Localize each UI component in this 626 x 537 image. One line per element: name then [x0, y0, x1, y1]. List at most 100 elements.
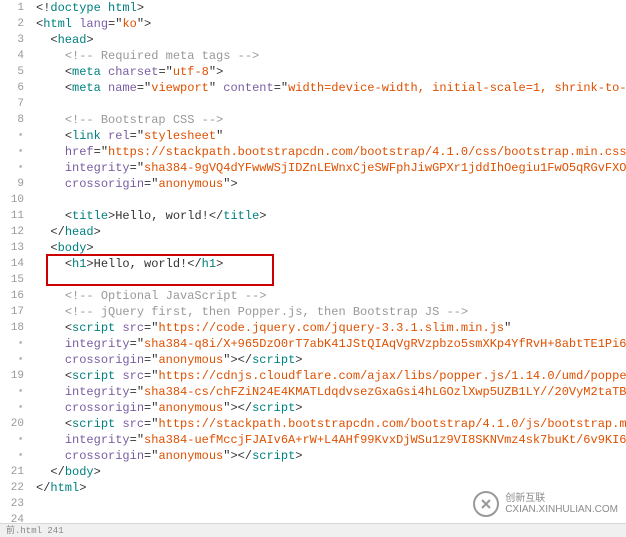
- line-fold-dot: •: [0, 160, 24, 176]
- code-token: "></: [223, 401, 252, 415]
- code-token: <: [65, 369, 72, 383]
- code-line[interactable]: crossorigin="anonymous"></script>: [36, 352, 626, 368]
- code-token: h1: [72, 257, 86, 271]
- line-gutter: 12345678•••9101112131415161718••19••20••…: [0, 0, 32, 517]
- code-token: </: [36, 481, 50, 495]
- code-token: </: [50, 225, 64, 239]
- code-line[interactable]: <body>: [36, 240, 626, 256]
- line-fold-dot: •: [0, 336, 24, 352]
- code-token: src: [122, 321, 144, 335]
- code-token: >: [94, 465, 101, 479]
- code-line[interactable]: crossorigin="anonymous"></script>: [36, 400, 626, 416]
- code-line[interactable]: <!-- jQuery first, then Popper.js, then …: [36, 304, 626, 320]
- code-token: =": [144, 369, 158, 383]
- line-fold-dot: •: [0, 352, 24, 368]
- code-token: h1: [202, 257, 216, 271]
- code-line[interactable]: crossorigin="anonymous"></script>: [36, 448, 626, 464]
- code-line[interactable]: <title>Hello, world!</title>: [36, 208, 626, 224]
- code-token: =": [144, 401, 158, 415]
- code-token: title: [223, 209, 259, 223]
- code-line[interactable]: integrity="sha384-uefMccjFJAIv6A+rW+L4AH…: [36, 432, 626, 448]
- watermark-text: 创新互联 CXIAN.XINHULIAN.COM: [505, 493, 618, 515]
- code-token: <: [65, 257, 72, 271]
- code-line[interactable]: <script src="https://code.jquery.com/jqu…: [36, 320, 626, 336]
- line-fold-dot: •: [0, 144, 24, 160]
- code-token: [36, 353, 65, 367]
- code-token: >: [94, 225, 101, 239]
- code-token: [36, 161, 65, 175]
- code-token: =": [130, 385, 144, 399]
- code-token: [36, 289, 65, 303]
- line-number: 19: [0, 368, 24, 384]
- code-line[interactable]: [36, 96, 626, 112]
- code-token: integrity: [65, 161, 130, 175]
- code-token: [36, 401, 65, 415]
- code-line[interactable]: integrity="sha384-9gVQ4dYFwwWSjIDZnLEWnx…: [36, 160, 626, 176]
- code-token: https://code.jquery.com/jquery-3.3.1.sli…: [158, 321, 504, 335]
- code-token: [36, 177, 65, 191]
- code-token: [36, 337, 65, 351]
- code-token: meta: [72, 81, 101, 95]
- code-token: href: [65, 145, 94, 159]
- code-token: >: [79, 481, 86, 495]
- code-line[interactable]: <meta name="viewport" content="width=dev…: [36, 80, 626, 96]
- code-area[interactable]: <!doctype html><html lang="ko"> <head> <…: [32, 0, 626, 517]
- code-token: utf-8: [173, 65, 209, 79]
- code-token: https://stackpath.bootstrapcdn.com/boots…: [158, 417, 626, 431]
- code-line[interactable]: <h1>Hello, world!</h1>: [36, 256, 626, 272]
- line-number: 17: [0, 304, 24, 320]
- code-token: </: [50, 465, 64, 479]
- line-number: 5: [0, 64, 24, 80]
- code-token: =": [130, 337, 144, 351]
- line-number: 15: [0, 272, 24, 288]
- code-line[interactable]: <meta charset="utf-8">: [36, 64, 626, 80]
- code-token: <!-- Required meta tags -->: [65, 49, 259, 63]
- code-token: <: [65, 129, 72, 143]
- code-token: link: [72, 129, 101, 143]
- code-token: sha384-uefMccjFJAIv6A+rW+L4AHf99KvxDjWSu…: [144, 433, 626, 447]
- code-token: [36, 241, 50, 255]
- code-line[interactable]: <!-- Bootstrap CSS -->: [36, 112, 626, 128]
- code-line[interactable]: crossorigin="anonymous">: [36, 176, 626, 192]
- code-token: [36, 465, 50, 479]
- code-editor[interactable]: 12345678•••9101112131415161718••19••20••…: [0, 0, 626, 517]
- code-token: sha384-9gVQ4dYFwwWSjIDZnLEWnxCjeSWFphJiw…: [144, 161, 626, 175]
- code-token: src: [122, 369, 144, 383]
- code-line[interactable]: </body>: [36, 464, 626, 480]
- code-line[interactable]: [36, 272, 626, 288]
- code-token: ko: [122, 17, 136, 31]
- code-token: =": [130, 129, 144, 143]
- code-token: "></: [223, 353, 252, 367]
- code-line[interactable]: <script src="https://stackpath.bootstrap…: [36, 416, 626, 432]
- code-token: >: [259, 209, 266, 223]
- code-token: rel: [108, 129, 130, 143]
- code-token: >: [86, 257, 93, 271]
- line-number: 23: [0, 496, 24, 512]
- code-token: =": [158, 65, 172, 79]
- line-fold-dot: •: [0, 128, 24, 144]
- code-line[interactable]: integrity="sha384-cs/chFZiN24E4KMATLdqdv…: [36, 384, 626, 400]
- code-line[interactable]: <head>: [36, 32, 626, 48]
- code-token: name: [108, 81, 137, 95]
- code-token: integrity: [65, 433, 130, 447]
- code-line[interactable]: <script src="https://cdnjs.cloudflare.co…: [36, 368, 626, 384]
- code-token: body: [58, 241, 87, 255]
- code-token: stylesheet: [144, 129, 216, 143]
- code-line[interactable]: <html lang="ko">: [36, 16, 626, 32]
- line-number: 2: [0, 16, 24, 32]
- code-line[interactable]: <!-- Optional JavaScript -->: [36, 288, 626, 304]
- line-number: 18: [0, 320, 24, 336]
- code-token: integrity: [65, 337, 130, 351]
- code-line[interactable]: [36, 192, 626, 208]
- code-line[interactable]: href="https://stackpath.bootstrapcdn.com…: [36, 144, 626, 160]
- code-token: <: [50, 241, 57, 255]
- code-line[interactable]: <!-- Required meta tags -->: [36, 48, 626, 64]
- code-token: >: [137, 1, 144, 15]
- code-token: [36, 81, 65, 95]
- code-line[interactable]: <link rel="stylesheet": [36, 128, 626, 144]
- code-line[interactable]: integrity="sha384-q8i/X+965DzO0rT7abK41J…: [36, 336, 626, 352]
- code-line[interactable]: <!doctype html>: [36, 0, 626, 16]
- code-token: viewport: [151, 81, 209, 95]
- line-number: 7: [0, 96, 24, 112]
- code-line[interactable]: </head>: [36, 224, 626, 240]
